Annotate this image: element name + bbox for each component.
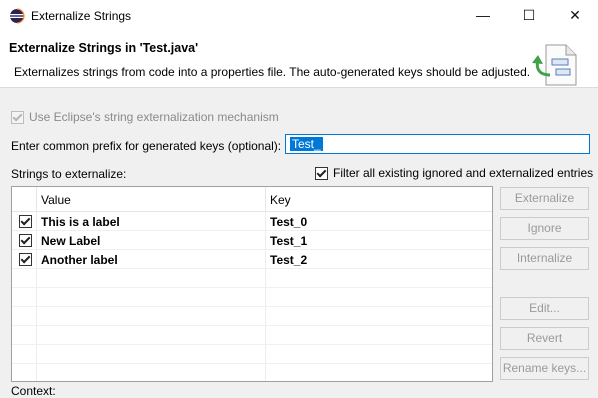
table-row[interactable]: New Label Test_1 [12, 231, 492, 250]
prefix-label: Enter common prefix for generated keys (… [11, 139, 282, 153]
ignore-button[interactable]: Ignore [500, 217, 589, 240]
close-icon: ✕ [569, 7, 581, 23]
row-value: Another label [41, 253, 118, 267]
eclipse-icon [10, 8, 25, 24]
prefix-value: Test_ [290, 137, 323, 151]
title-bar: Externalize Strings — ☐ ✕ [0, 0, 598, 31]
strings-table[interactable]: Value Key This is a label Test_0 New Lab… [11, 186, 493, 382]
rename-keys-button[interactable]: Rename keys... [500, 357, 589, 380]
use-eclipse-mechanism-checkbox[interactable]: Use Eclipse's string externalization mec… [11, 110, 279, 124]
context-label: Context: [11, 384, 56, 398]
row-checkbox[interactable] [19, 253, 32, 266]
filter-label: Filter all existing ignored and external… [333, 166, 594, 180]
table-header: Value Key [12, 187, 492, 212]
page-title: Externalize Strings in 'Test.java' [9, 41, 199, 55]
prefix-input[interactable]: Test_ [285, 134, 590, 154]
row-checkbox[interactable] [19, 215, 32, 228]
internalize-button[interactable]: Internalize [500, 247, 589, 270]
minimize-icon: — [476, 7, 490, 23]
strings-to-externalize-label: Strings to externalize: [11, 167, 127, 181]
row-value: This is a label [41, 215, 120, 229]
externalize-button[interactable]: Externalize [500, 187, 589, 210]
column-header-key[interactable]: Key [270, 193, 291, 207]
wizard-header: Externalize Strings in 'Test.java' Exter… [0, 31, 598, 88]
table-row[interactable]: Another label Test_2 [12, 250, 492, 269]
window-title: Externalize Strings [31, 9, 132, 23]
filter-checkbox[interactable]: Filter all existing ignored and external… [315, 166, 593, 180]
edit-button[interactable]: Edit... [500, 297, 589, 320]
row-key[interactable]: Test_1 [270, 234, 307, 248]
column-header-value[interactable]: Value [41, 193, 71, 207]
table-row[interactable]: This is a label Test_0 [12, 212, 492, 231]
close-button[interactable]: ✕ [552, 0, 598, 31]
use-eclipse-mechanism-label: Use Eclipse's string externalization mec… [29, 110, 279, 124]
row-checkbox[interactable] [19, 234, 32, 247]
externalize-wizard-icon [532, 44, 577, 86]
checkbox-box [315, 166, 328, 180]
page-description: Externalizes strings from code into a pr… [14, 65, 531, 79]
row-value: New Label [41, 234, 101, 248]
maximize-button[interactable]: ☐ [506, 0, 552, 31]
revert-button[interactable]: Revert [500, 327, 589, 350]
row-key[interactable]: Test_0 [270, 215, 307, 229]
row-key[interactable]: Test_2 [270, 253, 307, 267]
minimize-button[interactable]: — [460, 0, 506, 31]
maximize-icon: ☐ [522, 7, 536, 23]
checkbox-box [11, 110, 24, 124]
